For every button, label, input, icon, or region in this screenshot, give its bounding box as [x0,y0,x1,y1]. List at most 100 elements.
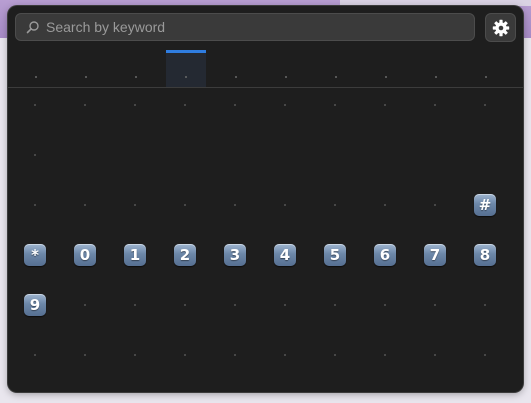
category-tab[interactable] [466,50,506,87]
emoji-grid: # * 0 1 2 3 4 5 6 7 8 9 [8,88,523,392]
category-tab[interactable] [366,50,406,87]
keycap-glyph: 7 [424,244,446,266]
emoji-slot-empty [420,190,450,220]
loading-placeholder [434,354,436,356]
keycap-glyph: 3 [224,244,246,266]
loading-placeholder [134,304,136,306]
emoji-slot-empty [370,290,400,320]
loading-placeholder [434,104,436,106]
emoji-slot-empty [220,90,250,120]
loading-placeholder [384,304,386,306]
loading-placeholder [84,204,86,206]
emoji-slot-empty [270,190,300,220]
loading-placeholder [484,354,486,356]
loading-placeholder [384,354,386,356]
emoji-slot-empty [420,90,450,120]
emoji-keycap[interactable]: 3 [220,240,250,270]
keycap-glyph: 9 [24,294,46,316]
emoji-keycap[interactable]: 9 [20,290,50,320]
loading-placeholder [334,354,336,356]
keycap-glyph: 2 [174,244,196,266]
emoji-keycap[interactable]: 6 [370,240,400,270]
emoji-slot-empty [470,90,500,120]
loading-placeholder [184,354,186,356]
keycap-glyph: 0 [74,244,96,266]
emoji-slot-empty [70,190,100,220]
loading-placeholder [284,204,286,206]
tab-icon-placeholder [235,76,237,78]
emoji-keycap[interactable]: 4 [270,240,300,270]
emoji-slot-empty [370,90,400,120]
loading-placeholder [84,104,86,106]
category-tab[interactable] [66,50,106,87]
tab-icon-placeholder [85,76,87,78]
loading-placeholder [334,104,336,106]
emoji-slot-empty [120,90,150,120]
loading-placeholder [434,304,436,306]
emoji-keycap[interactable]: # [470,190,500,220]
emoji-slot-empty [270,90,300,120]
emoji-slot-empty [220,340,250,370]
emoji-slot-empty [270,340,300,370]
emoji-keycap[interactable]: 1 [120,240,150,270]
keycap-glyph: * [24,244,46,266]
keycap-glyph: # [474,194,496,216]
emoji-picker-panel: # * 0 1 2 3 4 5 6 7 8 9 [8,6,523,392]
category-tab[interactable] [16,50,56,87]
emoji-keycap[interactable]: * [20,240,50,270]
emoji-slot-empty [20,90,50,120]
gear-icon [492,19,509,36]
loading-placeholder [134,354,136,356]
loading-placeholder [234,304,236,306]
loading-placeholder [34,104,36,106]
loading-placeholder [334,304,336,306]
tab-icon-placeholder [135,76,137,78]
loading-placeholder [84,304,86,306]
keycap-glyph: 4 [274,244,296,266]
emoji-slot-empty [320,190,350,220]
category-tabs [8,50,523,87]
search-input[interactable] [46,19,446,35]
emoji-keycap[interactable]: 2 [170,240,200,270]
emoji-slot-empty [120,190,150,220]
emoji-slot-empty [470,290,500,320]
emoji-slot-empty [270,290,300,320]
tab-icon-placeholder [285,76,287,78]
emoji-slot-empty [20,340,50,370]
category-tab[interactable] [266,50,306,87]
tab-icon-placeholder [335,76,337,78]
emoji-slot-empty [70,340,100,370]
emoji-keycap[interactable]: 8 [470,240,500,270]
tab-icon-placeholder [435,76,437,78]
category-tab[interactable] [166,50,206,87]
loading-placeholder [84,354,86,356]
search-field[interactable] [15,13,475,41]
settings-button[interactable] [485,13,516,42]
category-tab[interactable] [316,50,356,87]
category-tab[interactable] [116,50,156,87]
emoji-slot-empty [320,290,350,320]
category-tab[interactable] [416,50,456,87]
emoji-keycap[interactable]: 5 [320,240,350,270]
emoji-slot-empty [220,290,250,320]
emoji-slot-empty [220,190,250,220]
emoji-keycap[interactable]: 7 [420,240,450,270]
loading-placeholder [34,354,36,356]
search-icon [26,21,39,34]
loading-placeholder [184,304,186,306]
category-tab[interactable] [216,50,256,87]
loading-placeholder [384,104,386,106]
emoji-slot-empty [20,140,50,170]
tab-icon-placeholder [185,76,187,78]
loading-placeholder [184,204,186,206]
emoji-slot-empty [70,290,100,320]
emoji-slot-empty [470,340,500,370]
emoji-slot-empty [170,90,200,120]
tab-icon-placeholder [485,76,487,78]
emoji-keycap[interactable]: 0 [70,240,100,270]
emoji-slot-empty [120,340,150,370]
tab-icon-placeholder [385,76,387,78]
loading-placeholder [384,204,386,206]
loading-placeholder [284,354,286,356]
loading-placeholder [434,204,436,206]
